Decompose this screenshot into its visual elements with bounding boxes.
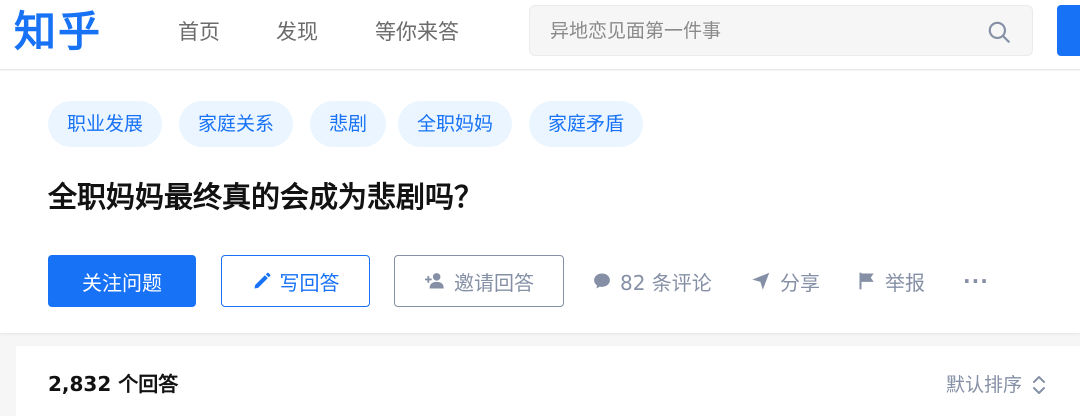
more-options-button[interactable]: ··· (963, 267, 989, 295)
report-label: 举报 (885, 270, 925, 295)
nav-waiting-answers[interactable]: 等你来答 (375, 18, 459, 46)
answer-count: 2,832 个回答 (48, 372, 179, 396)
sort-chevrons-icon (1033, 376, 1045, 394)
comment-icon (594, 273, 610, 289)
search-input[interactable] (550, 18, 970, 44)
pencil-icon (254, 272, 270, 289)
invite-user-icon (425, 273, 444, 289)
comments-button[interactable]: 82 条评论 (592, 267, 712, 295)
sort-dropdown[interactable]: 默认排序 (946, 372, 1046, 398)
write-answer-button[interactable]: 写回答 (221, 255, 370, 307)
more-icon: ··· (963, 269, 989, 293)
question-title: 全职妈妈最终真的会成为悲剧吗？ (48, 180, 484, 214)
invite-answer-button[interactable]: 邀请回答 (394, 255, 564, 307)
nav-home[interactable]: 首页 (178, 18, 220, 46)
share-button[interactable]: 分享 (750, 267, 820, 295)
comments-label: 82 条评论 (620, 270, 712, 295)
topic-tag[interactable]: 全职妈妈 (398, 101, 513, 147)
topic-tag[interactable]: 悲剧 (310, 101, 387, 147)
topic-tag[interactable]: 职业发展 (48, 101, 163, 147)
zhihu-logo[interactable]: 知乎 (14, 8, 102, 56)
topic-tag[interactable]: 家庭关系 (179, 101, 294, 147)
flag-icon (859, 272, 874, 290)
top-bar: 知乎 首页 发现 等你来答 (0, 0, 1080, 70)
write-answer-label: 写回答 (279, 270, 340, 295)
question-header: 职业发展 家庭关系 悲剧 全职妈妈 家庭矛盾 全职妈妈最终真的会成为悲剧吗？ 关… (0, 71, 1080, 333)
report-button[interactable]: 举报 (857, 267, 925, 295)
search-icon[interactable] (986, 19, 1012, 45)
answers-header: 2,832 个回答 默认排序 (16, 346, 1080, 416)
sort-label: 默认排序 (945, 374, 1022, 396)
follow-question-button[interactable]: 关注问题 (48, 255, 196, 307)
follow-question-label: 关注问题 (82, 270, 162, 295)
share-icon (752, 272, 770, 290)
nav-discover[interactable]: 发现 (276, 18, 318, 46)
invite-answer-label: 邀请回答 (454, 270, 534, 295)
share-label: 分享 (780, 270, 820, 295)
ask-question-button[interactable] (1057, 5, 1080, 56)
topic-tag[interactable]: 家庭矛盾 (529, 101, 644, 147)
search-box (529, 5, 1033, 56)
